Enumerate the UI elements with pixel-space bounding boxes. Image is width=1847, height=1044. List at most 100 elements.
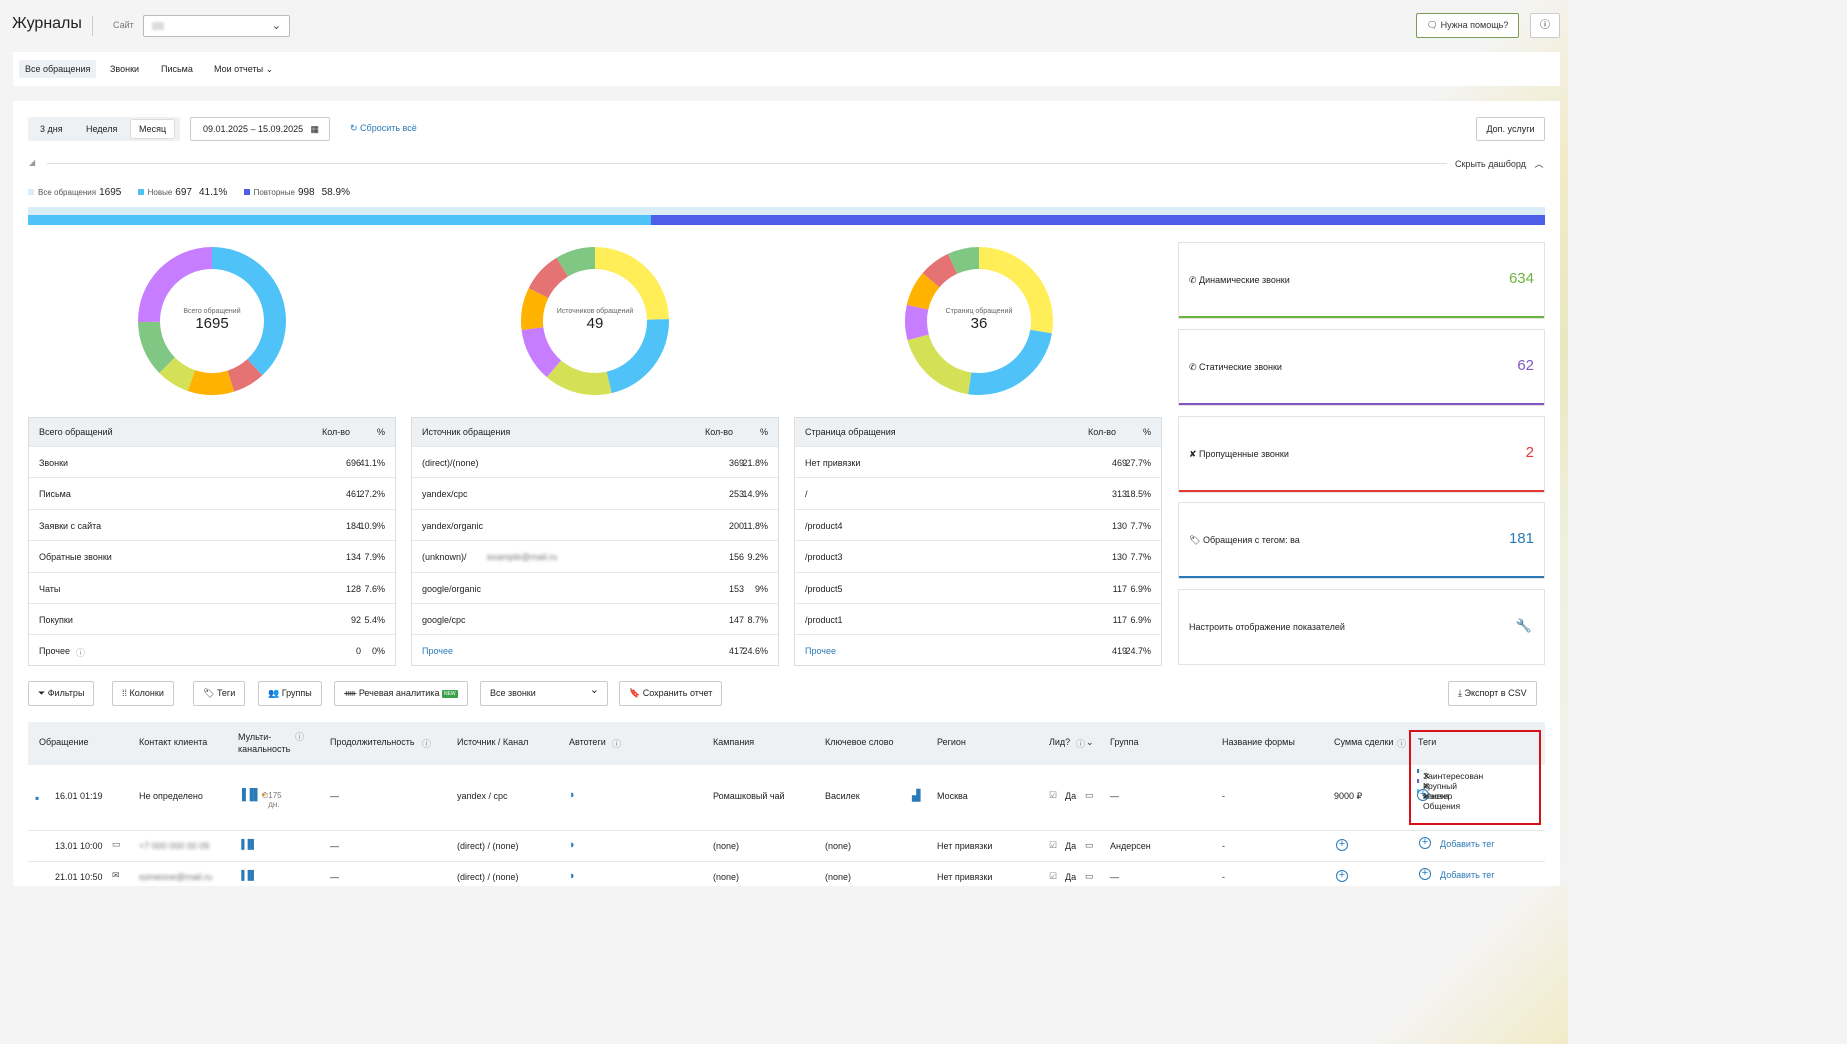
- help-icon[interactable]: ⓘ: [612, 737, 621, 750]
- table-row[interactable]: google/cpc 147 8.7%: [412, 602, 778, 634]
- help-button[interactable]: 🗨 Нужна помощь?: [1416, 13, 1519, 38]
- add-tag-link[interactable]: Добавить тег: [1440, 870, 1495, 880]
- wrench-icon[interactable]: 🔧: [1516, 618, 1532, 634]
- table-row[interactable]: 21.01 10:50 ✉ someone@mail.ru ▐▐▌ — (dir…: [28, 862, 1545, 886]
- help-icon[interactable]: ⓘ: [295, 730, 304, 743]
- help-icon[interactable]: ⓘ: [422, 737, 431, 750]
- table-row[interactable]: (direct)/(none) 369 21.8%: [412, 446, 778, 477]
- donut-segment[interactable]: [968, 329, 1052, 395]
- table-row[interactable]: yandex/cpc 253 14.9%: [412, 477, 778, 508]
- col-count[interactable]: Кол-во: [705, 427, 733, 437]
- row-name[interactable]: Прочее: [422, 646, 453, 656]
- col-header[interactable]: Группа: [1110, 737, 1139, 747]
- tab-calls[interactable]: Звонки: [104, 60, 145, 78]
- tags-button[interactable]: 🏷 Теги: [193, 681, 246, 706]
- col-pct[interactable]: %: [1143, 427, 1151, 437]
- export-csv-button[interactable]: ⤓ Экспорт в CSV: [1448, 681, 1537, 706]
- table-row[interactable]: Чаты 128 7.6%: [29, 571, 395, 603]
- table-row[interactable]: Заявки с сайта 184 10.9%: [29, 508, 395, 540]
- metric-card[interactable]: ✆ Динамические звонки 634: [1178, 242, 1545, 319]
- table-row[interactable]: Прочее ⓘ 0 0%: [29, 634, 395, 665]
- col-header[interactable]: Источник / Канал: [457, 737, 528, 747]
- tab-my-reports[interactable]: Мои отчеты ⌄: [208, 60, 279, 79]
- row-name[interactable]: Прочее: [805, 646, 836, 656]
- period-3days[interactable]: 3 дня: [32, 120, 71, 138]
- table-row[interactable]: 13.01 10:00 ▭ +7 000 000 00 09 ▐▐▌ — (di…: [28, 831, 1545, 862]
- multichannel-icon[interactable]: ▐▐▌: [238, 839, 257, 849]
- multichannel-icon[interactable]: ▐▐▌: [238, 870, 257, 880]
- autotag-icon[interactable]: ◗: [569, 870, 576, 882]
- table-row[interactable]: (unknown)/ example@mail.ru 156 9.2%: [412, 540, 778, 571]
- period-week[interactable]: Неделя: [78, 120, 125, 138]
- table-row[interactable]: Нет привязки 469 27.7%: [795, 446, 1161, 477]
- col-header[interactable]: Название формы: [1222, 737, 1295, 747]
- date-range-picker[interactable]: 09.01.2025 – 15.09.2025 ▦: [190, 117, 330, 141]
- table-row[interactable]: Обратные звонки 134 7.9%: [29, 540, 395, 571]
- table-row[interactable]: ▪ 16.01 01:19 Не определено ▐▐▌ ▪ ⏱ 175 д…: [28, 765, 1545, 831]
- col-header[interactable]: Регион: [937, 737, 966, 747]
- save-report-button[interactable]: 🔖 Сохранить отчет: [619, 681, 723, 706]
- col-header[interactable]: Автотеги: [569, 737, 606, 747]
- add-sum-icon[interactable]: +: [1336, 839, 1348, 851]
- table-row[interactable]: google/organic 153 9%: [412, 571, 778, 603]
- col-pct[interactable]: %: [760, 427, 768, 437]
- filters-button[interactable]: ⏷ Фильтры: [28, 681, 95, 706]
- checkbox-icon[interactable]: ☑: [1049, 840, 1057, 851]
- tab-all[interactable]: Все обращения: [19, 60, 97, 78]
- table-row[interactable]: yandex/organic 200 11.8%: [412, 508, 778, 540]
- configure-link[interactable]: Настроить отображение показателей: [1189, 622, 1345, 632]
- table-row[interactable]: /product1 117 6.9%: [795, 602, 1161, 634]
- metric-card[interactable]: ✆ Статические звонки 62: [1178, 329, 1545, 406]
- checkbox-icon[interactable]: ☑: [1049, 871, 1057, 882]
- calls-select[interactable]: Все звонки ⌄: [480, 681, 608, 706]
- info-button[interactable]: ⓘ: [1530, 13, 1560, 38]
- columns-button[interactable]: ⁞⁞ Колонки: [112, 681, 174, 706]
- hide-dashboard-toggle[interactable]: Скрыть дашборд ︿: [1455, 157, 1543, 170]
- col-count[interactable]: Кол-во: [322, 427, 350, 437]
- col-header[interactable]: Кампания: [713, 737, 754, 747]
- table-row[interactable]: / 313 18.5%: [795, 477, 1161, 508]
- stats-icon[interactable]: ▟: [912, 789, 920, 802]
- col-header[interactable]: Мульти-канальность: [238, 731, 293, 755]
- speech-analytics-button[interactable]: ᚔ Речевая аналитика NEW: [334, 681, 468, 706]
- col-header[interactable]: Контакт клиента: [139, 737, 207, 747]
- chevron-down-icon[interactable]: ⌄: [1086, 737, 1094, 748]
- table-row[interactable]: Прочее 417 24.6%: [412, 634, 778, 665]
- checkbox-icon[interactable]: ☑: [1049, 790, 1057, 801]
- help-icon[interactable]: ⓘ: [1397, 737, 1406, 750]
- reset-all-link[interactable]: ↻ Сбросить всё: [350, 123, 417, 134]
- col-name[interactable]: Источник обращения: [422, 427, 510, 437]
- site-select[interactable]: ⌄: [143, 15, 290, 37]
- table-row[interactable]: /product3 130 7.7%: [795, 540, 1161, 571]
- col-header[interactable]: Сумма сделки: [1334, 737, 1393, 747]
- table-row[interactable]: /product4 130 7.7%: [795, 508, 1161, 540]
- add-tag-icon[interactable]: +: [1419, 837, 1431, 849]
- autotag-icon[interactable]: ◗: [569, 789, 576, 801]
- col-count[interactable]: Кол-во: [1088, 427, 1116, 437]
- metric-card[interactable]: 🏷 Обращения с тегом: ва 181: [1178, 502, 1545, 579]
- table-row[interactable]: Покупки 92 5.4%: [29, 602, 395, 634]
- metric-card[interactable]: ✘ Пропущенные звонки 2: [1178, 416, 1545, 493]
- add-sum-icon[interactable]: +: [1336, 870, 1348, 882]
- col-header[interactable]: Продолжительность: [330, 737, 415, 747]
- autotag-icon[interactable]: ◗: [569, 839, 576, 851]
- donut-segment[interactable]: [187, 370, 235, 395]
- table-row[interactable]: Звонки 696 41.1%: [29, 446, 395, 477]
- help-icon[interactable]: ⓘ: [76, 646, 85, 659]
- multichannel-icon[interactable]: ▐▐▌ ▪: [238, 789, 265, 801]
- table-row[interactable]: Прочее 419 24.7%: [795, 634, 1161, 665]
- col-name[interactable]: Всего обращений: [39, 427, 113, 437]
- col-header[interactable]: Лид?: [1049, 737, 1070, 747]
- groups-button[interactable]: 👥 Группы: [258, 681, 322, 706]
- table-row[interactable]: Письма 461 27.2%: [29, 477, 395, 508]
- period-month[interactable]: Месяц: [131, 120, 175, 138]
- col-pct[interactable]: %: [377, 427, 385, 437]
- add-tag-icon[interactable]: +: [1419, 868, 1431, 880]
- help-icon[interactable]: ⓘ: [1076, 737, 1085, 750]
- add-tag-link[interactable]: Добавить тег: [1440, 839, 1495, 849]
- col-name[interactable]: Страница обращения: [805, 427, 896, 437]
- table-row[interactable]: /product5 117 6.9%: [795, 571, 1161, 603]
- donut-segment[interactable]: [907, 334, 972, 395]
- col-header[interactable]: Ключевое слово: [825, 737, 893, 747]
- col-header[interactable]: Обращение: [39, 737, 88, 747]
